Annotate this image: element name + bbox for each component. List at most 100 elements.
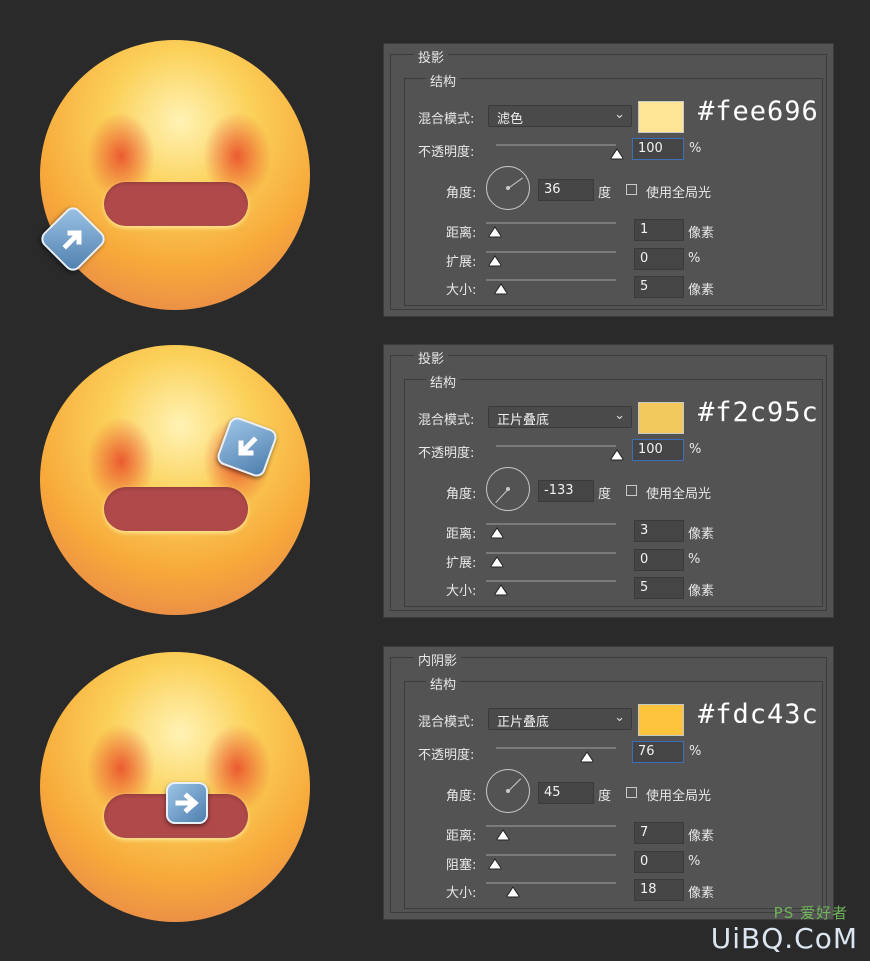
size-input[interactable]: 5 bbox=[634, 276, 684, 298]
chevron-down-icon: ⌄ bbox=[614, 408, 625, 423]
distance-slider-thumb[interactable] bbox=[490, 524, 504, 539]
distance-slider-track[interactable] bbox=[486, 523, 616, 525]
angle-unit: 度 bbox=[598, 789, 612, 804]
distance-slider-thumb[interactable] bbox=[488, 223, 502, 238]
angle-dial[interactable] bbox=[486, 166, 530, 210]
layer-style-panel-1: 投影 结构 混合模式: 滤色 ⌄ #fee696 不透明度: 100 % 角度:… bbox=[383, 43, 834, 317]
color-swatch[interactable] bbox=[638, 101, 684, 133]
global-light-checkbox[interactable] bbox=[626, 184, 637, 195]
angle-input[interactable]: 45 bbox=[538, 782, 594, 804]
size-slider-thumb[interactable] bbox=[494, 280, 508, 295]
opacity-unit: % bbox=[689, 442, 702, 457]
angle-unit: 度 bbox=[598, 487, 612, 502]
size-unit: 像素 bbox=[688, 584, 715, 599]
blend-mode-select[interactable]: 正片叠底 ⌄ bbox=[488, 708, 632, 730]
distance-label: 距离: bbox=[446, 226, 477, 241]
angle-center-dot bbox=[506, 186, 510, 190]
opacity-input[interactable]: 100 bbox=[632, 439, 684, 461]
chevron-down-icon: ⌄ bbox=[614, 710, 625, 725]
emoji-preview-1 bbox=[40, 40, 310, 310]
spread-label: 阻塞: bbox=[446, 858, 477, 873]
layer-style-panel-2: 投影 结构 混合模式: 正片叠底 ⌄ #f2c95c 不透明度: 100 % 角… bbox=[383, 344, 834, 618]
global-light-checkbox[interactable] bbox=[626, 485, 637, 496]
distance-label: 距离: bbox=[446, 527, 477, 542]
watermark-sub: PS 爱好者 bbox=[773, 904, 848, 922]
color-swatch[interactable] bbox=[638, 402, 684, 434]
opacity-label: 不透明度: bbox=[418, 446, 475, 461]
spread-input[interactable]: 0 bbox=[634, 549, 684, 571]
angle-label: 角度: bbox=[446, 186, 477, 201]
blend-mode-label: 混合模式: bbox=[418, 413, 475, 428]
opacity-slider-track[interactable] bbox=[496, 144, 616, 146]
opacity-slider-track[interactable] bbox=[496, 747, 616, 749]
global-light-checkbox[interactable] bbox=[626, 787, 637, 798]
size-input[interactable]: 18 bbox=[634, 879, 684, 901]
spread-slider-track[interactable] bbox=[486, 854, 616, 856]
spread-unit: % bbox=[688, 251, 701, 266]
color-hex-annotation: #fee696 bbox=[698, 96, 819, 127]
size-label: 大小: bbox=[446, 283, 477, 298]
spread-slider-thumb[interactable] bbox=[490, 553, 504, 568]
emoji-mouth bbox=[104, 182, 248, 226]
chevron-down-icon: ⌄ bbox=[614, 107, 625, 122]
angle-label: 角度: bbox=[446, 789, 477, 804]
size-unit: 像素 bbox=[688, 283, 715, 298]
opacity-unit: % bbox=[689, 141, 702, 156]
spread-unit: % bbox=[688, 552, 701, 567]
angle-input[interactable]: -133 bbox=[538, 480, 594, 502]
distance-slider-track[interactable] bbox=[486, 222, 616, 224]
spread-label: 扩展: bbox=[446, 255, 477, 270]
blend-mode-select[interactable]: 滤色 ⌄ bbox=[488, 105, 632, 127]
blend-mode-value: 滤色 bbox=[497, 112, 524, 127]
spread-unit: % bbox=[688, 854, 701, 869]
opacity-label: 不透明度: bbox=[418, 145, 475, 160]
size-slider-thumb[interactable] bbox=[506, 883, 520, 898]
layer-style-panel-3: 内阴影 结构 混合模式: 正片叠底 ⌄ #fdc43c 不透明度: 76 % 角… bbox=[383, 646, 834, 920]
section-title: 内阴影 bbox=[414, 650, 462, 669]
distance-unit: 像素 bbox=[688, 226, 715, 241]
opacity-slider-thumb[interactable] bbox=[580, 748, 594, 763]
section-title: 投影 bbox=[414, 348, 449, 367]
size-slider-thumb[interactable] bbox=[494, 581, 508, 596]
size-input[interactable]: 5 bbox=[634, 577, 684, 599]
spread-input[interactable]: 0 bbox=[634, 851, 684, 873]
watermark: PS 爱好者 UiBQ.CoM bbox=[710, 904, 858, 955]
spread-slider-track[interactable] bbox=[486, 552, 616, 554]
global-light-label: 使用全局光 bbox=[646, 186, 712, 201]
distance-unit: 像素 bbox=[688, 527, 715, 542]
angle-dial[interactable] bbox=[486, 467, 530, 511]
opacity-slider-thumb[interactable] bbox=[610, 446, 624, 461]
emoji-mouth bbox=[104, 487, 248, 531]
distance-input[interactable]: 1 bbox=[634, 219, 684, 241]
size-label: 大小: bbox=[446, 584, 477, 599]
angle-center-dot bbox=[506, 487, 510, 491]
opacity-slider-thumb[interactable] bbox=[610, 145, 624, 160]
blend-mode-select[interactable]: 正片叠底 ⌄ bbox=[488, 406, 632, 428]
opacity-slider-track[interactable] bbox=[496, 445, 616, 447]
angle-label: 角度: bbox=[446, 487, 477, 502]
watermark-text: UiBQ.CoM bbox=[710, 922, 858, 955]
emoji-preview-2 bbox=[40, 345, 310, 615]
spread-slider-thumb[interactable] bbox=[488, 855, 502, 870]
spread-label: 扩展: bbox=[446, 556, 477, 571]
angle-input[interactable]: 36 bbox=[538, 179, 594, 201]
opacity-input[interactable]: 100 bbox=[632, 138, 684, 160]
structure-title: 结构 bbox=[426, 372, 461, 391]
spread-slider-thumb[interactable] bbox=[488, 252, 502, 267]
angle-dial[interactable] bbox=[486, 769, 530, 813]
angle-unit: 度 bbox=[598, 186, 612, 201]
color-swatch[interactable] bbox=[638, 704, 684, 736]
distance-slider-thumb[interactable] bbox=[496, 826, 510, 841]
blend-mode-value: 正片叠底 bbox=[497, 715, 550, 730]
spread-slider-track[interactable] bbox=[486, 251, 616, 253]
color-hex-annotation: #fdc43c bbox=[698, 699, 819, 730]
distance-input[interactable]: 7 bbox=[634, 822, 684, 844]
opacity-unit: % bbox=[689, 744, 702, 759]
distance-input[interactable]: 3 bbox=[634, 520, 684, 542]
distance-label: 距离: bbox=[446, 829, 477, 844]
size-unit: 像素 bbox=[688, 886, 715, 901]
opacity-input[interactable]: 76 bbox=[632, 741, 684, 763]
spread-input[interactable]: 0 bbox=[634, 248, 684, 270]
blend-mode-value: 正片叠底 bbox=[497, 413, 550, 428]
opacity-label: 不透明度: bbox=[418, 748, 475, 763]
